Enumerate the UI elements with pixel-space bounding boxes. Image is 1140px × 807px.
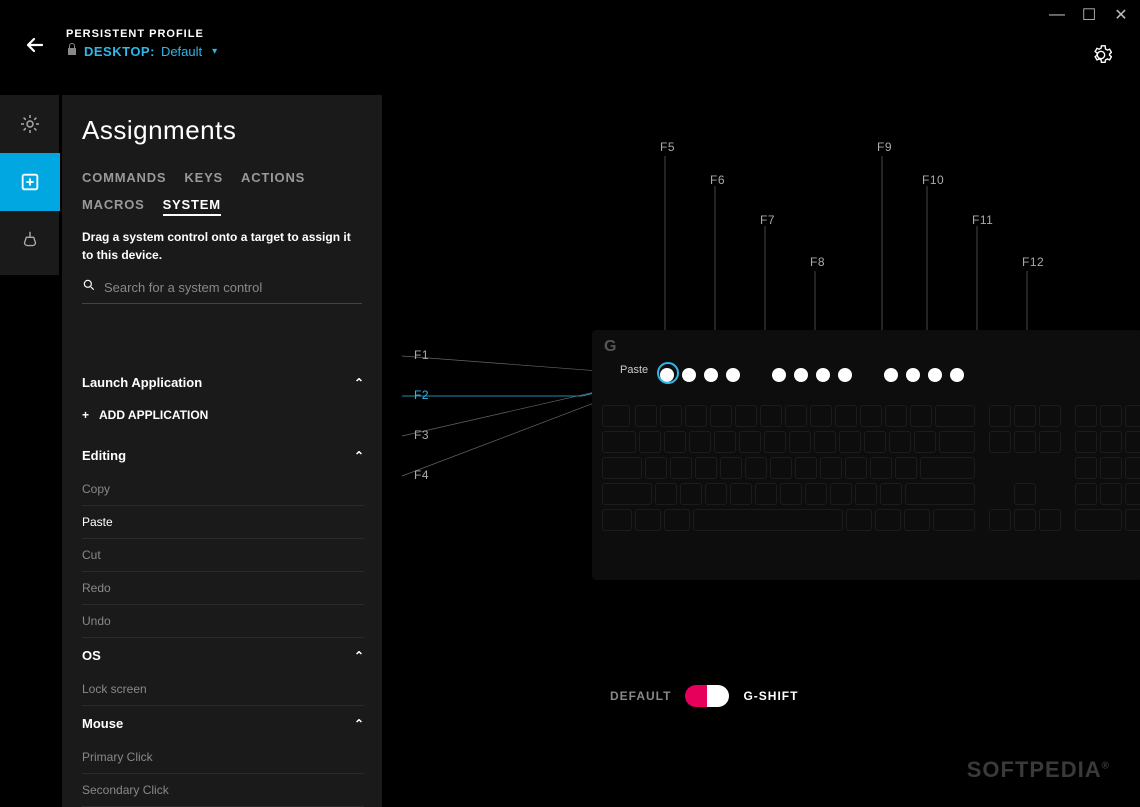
lock-icon bbox=[66, 42, 78, 61]
highlight-ring bbox=[657, 362, 679, 384]
fkey-label-f6: F6 bbox=[710, 173, 725, 187]
search-input[interactable] bbox=[104, 280, 362, 295]
section-launch-application[interactable]: Launch Application ⌃ bbox=[82, 365, 364, 400]
list-item[interactable]: Primary Click bbox=[82, 741, 364, 774]
fkey-label-f1: F1 bbox=[414, 348, 429, 362]
assignment-badge[interactable]: Paste bbox=[620, 364, 648, 376]
back-button[interactable] bbox=[20, 30, 50, 60]
profile-label: PERSISTENT PROFILE bbox=[66, 28, 217, 40]
toggle-label-gshift: G-SHIFT bbox=[743, 689, 798, 703]
tab-system[interactable]: SYSTEM bbox=[163, 197, 221, 216]
chevron-up-icon: ⌃ bbox=[354, 449, 364, 463]
branding-watermark: SOFTPEDIA® bbox=[967, 757, 1110, 783]
maximize-button[interactable]: ☐ bbox=[1082, 8, 1096, 22]
list-item[interactable]: Undo bbox=[82, 605, 364, 638]
tab-macros[interactable]: MACROS bbox=[82, 197, 145, 216]
list-item[interactable]: Copy bbox=[82, 473, 364, 506]
sidebar-tab-game[interactable] bbox=[0, 211, 60, 269]
fkey-label-f4: F4 bbox=[414, 468, 429, 482]
sidebar-tab-assignments[interactable] bbox=[0, 153, 60, 211]
fkey-label-f12: F12 bbox=[1022, 255, 1044, 269]
section-title: Editing bbox=[82, 448, 126, 463]
fkey-label-f11: F11 bbox=[972, 213, 993, 227]
section-mouse[interactable]: Mouse ⌃ bbox=[82, 706, 364, 741]
badge-text: Paste bbox=[620, 364, 648, 376]
section-title: Mouse bbox=[82, 716, 123, 731]
section-editing[interactable]: Editing ⌃ bbox=[82, 438, 364, 473]
section-title: Launch Application bbox=[82, 375, 202, 390]
plus-icon: + bbox=[82, 408, 89, 422]
brand-logo-g: G bbox=[604, 338, 616, 356]
fkey-label-f2: F2 bbox=[414, 388, 429, 402]
instruction-text: Drag a system control onto a target to a… bbox=[82, 228, 362, 264]
fkey-dots bbox=[660, 368, 964, 382]
chevron-up-icon: ⌃ bbox=[354, 717, 364, 731]
fkey-label-f9: F9 bbox=[877, 140, 892, 154]
fkey-label-f5: F5 bbox=[660, 140, 675, 154]
toggle-label-default: DEFAULT bbox=[610, 689, 671, 703]
section-os[interactable]: OS ⌃ bbox=[82, 638, 364, 673]
fkey-label-f10: F10 bbox=[922, 173, 944, 187]
profile-selector[interactable]: DESKTOP: Default ▾ bbox=[66, 42, 217, 61]
chevron-down-icon: ▾ bbox=[212, 46, 217, 57]
keyboard-keys bbox=[597, 395, 1137, 570]
list-item[interactable]: Cut bbox=[82, 539, 364, 572]
tab-actions[interactable]: ACTIONS bbox=[241, 170, 305, 187]
section-title: OS bbox=[82, 648, 101, 663]
profile-name: Default bbox=[161, 44, 202, 59]
list-item[interactable]: Secondary Click bbox=[82, 774, 364, 807]
fkey-label-f8: F8 bbox=[810, 255, 825, 269]
add-application-button[interactable]: + ADD APPLICATION bbox=[82, 400, 364, 438]
tab-keys[interactable]: KEYS bbox=[184, 170, 223, 187]
panel-title: Assignments bbox=[82, 115, 362, 146]
sidebar-tab-lighting[interactable] bbox=[0, 95, 60, 153]
list-item[interactable]: Lock screen bbox=[82, 673, 364, 706]
list-item[interactable]: Redo bbox=[82, 572, 364, 605]
fkey-label-f7: F7 bbox=[760, 213, 775, 227]
gshift-toggle[interactable] bbox=[685, 685, 729, 707]
settings-button[interactable] bbox=[1090, 44, 1112, 71]
chevron-up-icon: ⌃ bbox=[354, 376, 364, 390]
search-icon bbox=[82, 278, 96, 297]
close-button[interactable]: ✕ bbox=[1114, 8, 1128, 22]
add-label: ADD APPLICATION bbox=[99, 408, 208, 422]
chevron-up-icon: ⌃ bbox=[354, 649, 364, 663]
fkey-label-f3: F3 bbox=[414, 428, 429, 442]
list-item[interactable]: Paste bbox=[82, 506, 364, 539]
minimize-button[interactable]: — bbox=[1050, 8, 1064, 22]
profile-type: DESKTOP: bbox=[84, 44, 155, 59]
tab-commands[interactable]: COMMANDS bbox=[82, 170, 166, 187]
